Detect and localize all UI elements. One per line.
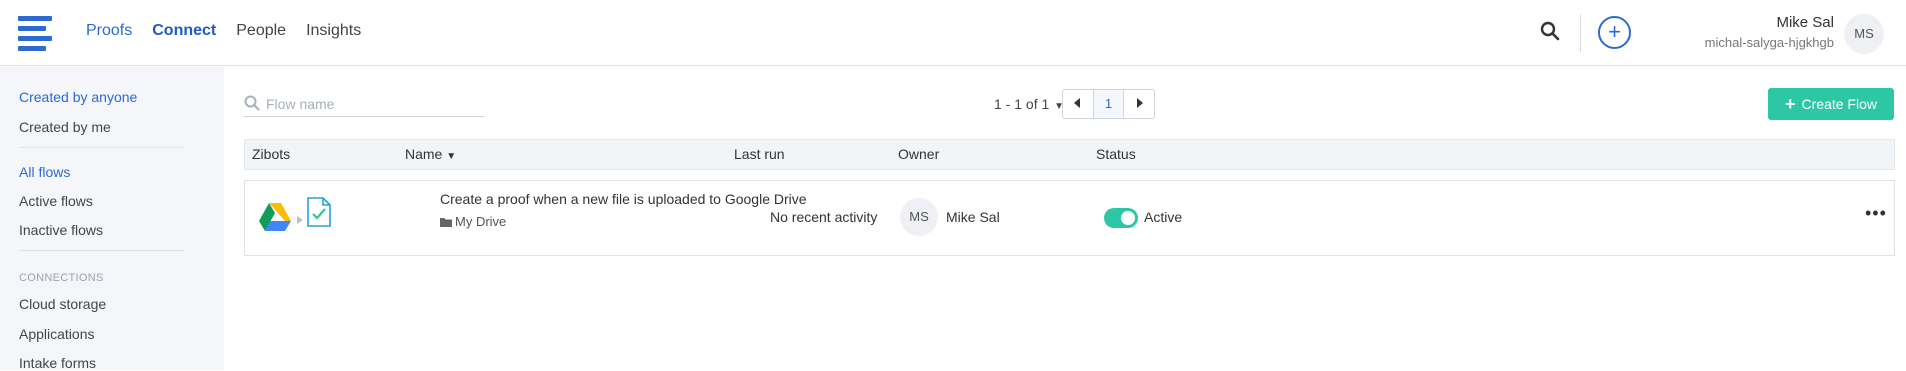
search-input[interactable] bbox=[266, 93, 476, 115]
prev-page-button[interactable] bbox=[1063, 90, 1093, 118]
flow-folder: My Drive bbox=[440, 214, 506, 229]
owner-name: Mike Sal bbox=[946, 209, 1000, 225]
table-header: Zibots Name ▼ Last run Owner Status bbox=[244, 139, 1895, 170]
status-label: Active bbox=[1144, 209, 1183, 225]
sort-caret-down-icon: ▼ bbox=[446, 151, 457, 162]
sidebar-divider bbox=[19, 250, 184, 251]
create-flow-label: Create Flow bbox=[1801, 96, 1877, 112]
column-zibots: Zibots bbox=[252, 146, 291, 162]
chevron-left-icon bbox=[1074, 98, 1080, 108]
main-nav: Proofs Connect People Insights bbox=[86, 22, 361, 40]
nav-insights[interactable]: Insights bbox=[306, 22, 361, 40]
status-toggle[interactable] bbox=[1104, 208, 1138, 228]
filter-active-flows[interactable]: Active flows bbox=[19, 193, 93, 209]
google-drive-icon bbox=[259, 203, 291, 236]
nav-connect[interactable]: Connect bbox=[152, 22, 216, 40]
page-range-select[interactable]: 1 - 1 of 1 ▼ bbox=[994, 96, 1064, 112]
next-page-button[interactable] bbox=[1124, 90, 1154, 118]
filter-inactive-flows[interactable]: Inactive flows bbox=[19, 222, 103, 238]
chevron-right-icon bbox=[1137, 98, 1143, 108]
add-plus-icon[interactable]: + bbox=[1598, 16, 1631, 49]
create-flow-button[interactable]: + Create Flow bbox=[1768, 88, 1894, 120]
folder-name: My Drive bbox=[455, 214, 507, 229]
search-icon[interactable] bbox=[1540, 21, 1564, 45]
filter-all-flows[interactable]: All flows bbox=[19, 164, 70, 180]
pagination: 1 bbox=[1062, 89, 1155, 119]
arrow-right-icon bbox=[297, 211, 303, 229]
nav-people[interactable]: People bbox=[236, 22, 286, 40]
filter-created-by-me[interactable]: Created by me bbox=[19, 119, 111, 135]
nav-proofs[interactable]: Proofs bbox=[86, 22, 132, 40]
menu-logo-icon[interactable] bbox=[18, 16, 52, 51]
owner-avatar: MS bbox=[900, 198, 938, 236]
flow-search bbox=[244, 93, 484, 117]
main-content: 1 - 1 of 1 ▼ 1 + Create Flow Zibots Name … bbox=[224, 67, 1906, 370]
column-name[interactable]: Name ▼ bbox=[405, 146, 456, 162]
toolbar-divider bbox=[1580, 14, 1581, 52]
user-account: michal-salyga-hjgkhgb bbox=[1704, 35, 1834, 50]
column-name-label: Name bbox=[405, 146, 443, 162]
search-icon bbox=[244, 95, 260, 116]
filter-created-by-anyone[interactable]: Created by anyone bbox=[19, 89, 137, 105]
last-run-value: No recent activity bbox=[770, 209, 878, 225]
column-status: Status bbox=[1096, 146, 1136, 162]
table-row[interactable]: Create a proof when a new file is upload… bbox=[244, 180, 1895, 256]
flow-name[interactable]: Create a proof when a new file is upload… bbox=[440, 191, 807, 207]
page-range-label: 1 - 1 of 1 bbox=[994, 96, 1050, 112]
column-owner: Owner bbox=[898, 146, 940, 162]
sidebar-item-applications[interactable]: Applications bbox=[19, 326, 95, 342]
page-number[interactable]: 1 bbox=[1093, 90, 1124, 118]
sidebar-item-cloud-storage[interactable]: Cloud storage bbox=[19, 296, 106, 312]
column-last-run: Last run bbox=[734, 146, 785, 162]
sidebar: Created by anyone Created by me All flow… bbox=[0, 67, 224, 371]
top-bar: Proofs Connect People Insights + Mike Sa… bbox=[0, 0, 1906, 66]
user-info[interactable]: Mike Sal michal-salyga-hjgkhgb bbox=[1705, 14, 1834, 50]
plus-icon: + bbox=[1785, 94, 1796, 114]
avatar[interactable]: MS bbox=[1844, 14, 1884, 54]
user-name: Mike Sal bbox=[1776, 14, 1834, 31]
more-options-icon[interactable]: ••• bbox=[1865, 203, 1887, 224]
proof-document-icon bbox=[307, 197, 331, 232]
connections-heading: CONNECTIONS bbox=[19, 272, 104, 284]
sidebar-divider bbox=[19, 147, 184, 148]
sidebar-item-intake-forms[interactable]: Intake forms bbox=[19, 355, 96, 371]
folder-icon bbox=[440, 218, 452, 227]
